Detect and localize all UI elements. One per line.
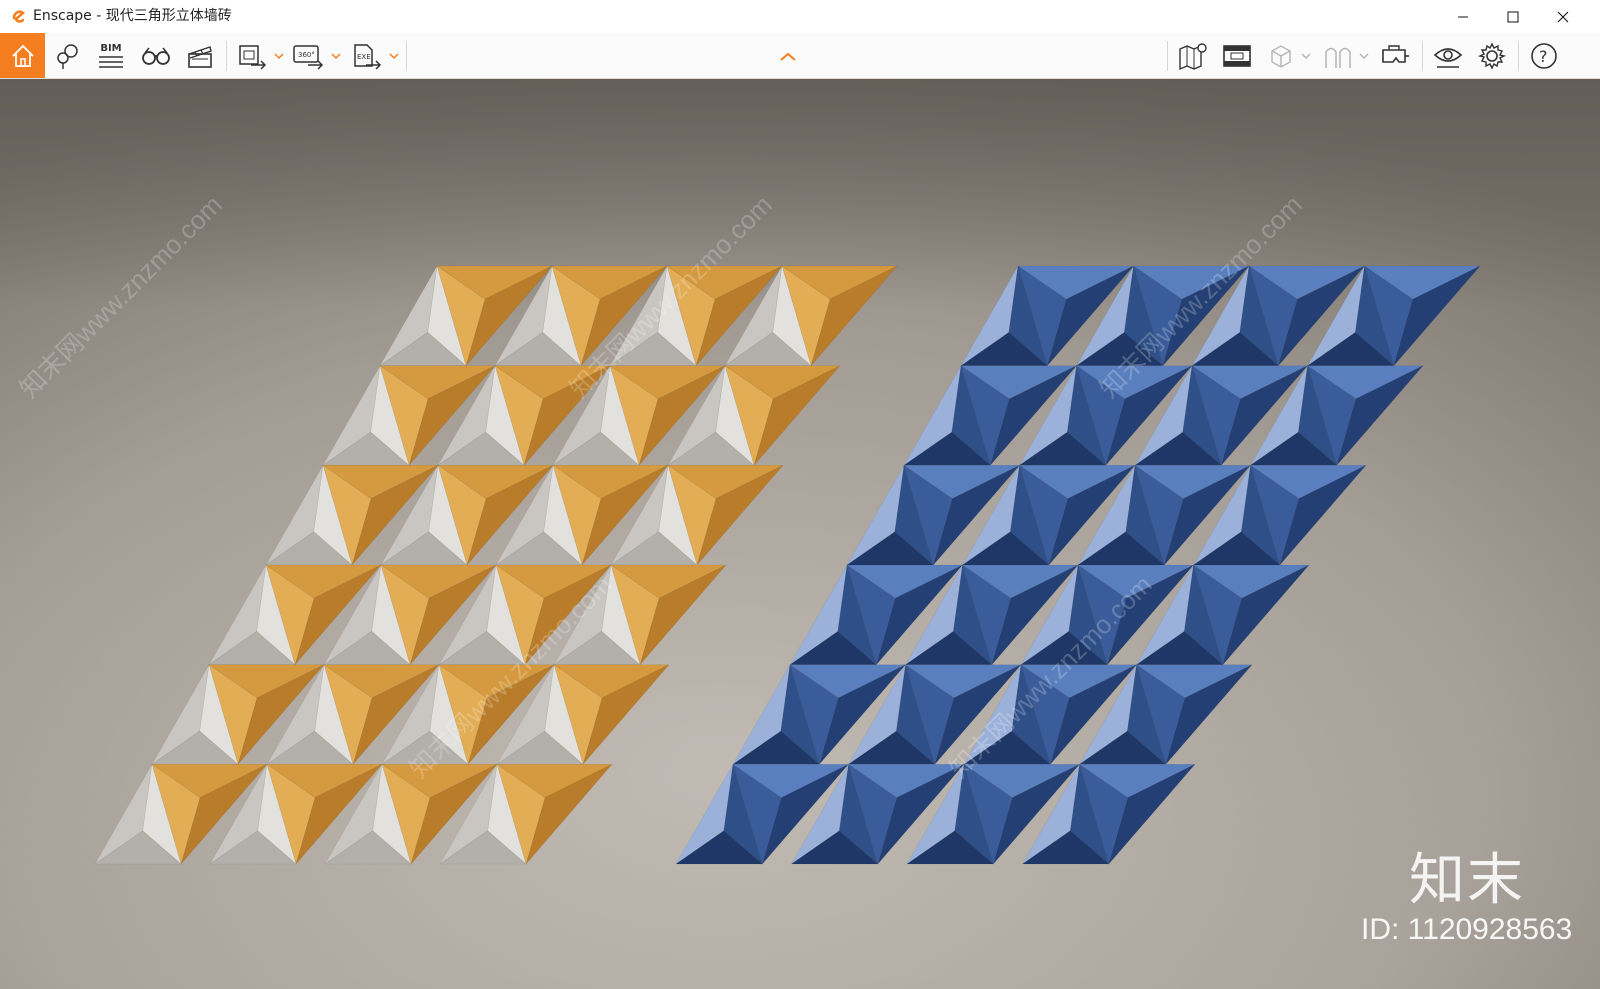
bim-label: BIM xyxy=(100,42,122,54)
maximize-icon xyxy=(1507,11,1519,22)
panorama-dropdown[interactable] xyxy=(331,33,341,78)
chevron-up-icon xyxy=(780,52,796,61)
close-icon xyxy=(1557,11,1569,22)
toolbar-separator xyxy=(1518,41,1519,71)
exe-export-icon: EXE xyxy=(354,43,382,70)
home-icon xyxy=(11,44,34,67)
window-title: Enscape - 现代三角形立体墙砖 xyxy=(33,8,232,24)
binoculars-icon xyxy=(142,47,170,65)
visual-settings-button[interactable] xyxy=(1430,33,1466,78)
toolbar-separator xyxy=(226,41,227,71)
close-button[interactable] xyxy=(1538,0,1588,33)
watermark-id: ID: 1120928563 xyxy=(1361,913,1573,946)
binoculars-button[interactable] xyxy=(140,33,172,78)
cube-icon xyxy=(1271,44,1291,68)
svg-text:EXE: EXE xyxy=(357,53,371,61)
exe-export-button[interactable]: EXE xyxy=(350,33,384,78)
map-button[interactable] xyxy=(1176,33,1210,78)
chevron-down-icon xyxy=(274,52,284,59)
svg-text:360°: 360° xyxy=(298,51,315,59)
toolbar: BIM 360° EXE ? xyxy=(0,33,1600,79)
home-button[interactable] xyxy=(0,33,45,78)
video-editor-button[interactable] xyxy=(184,33,216,78)
pin-views-icon xyxy=(57,43,78,69)
settings-button[interactable] xyxy=(1474,33,1510,78)
cinema-button[interactable] xyxy=(1220,33,1254,78)
gear-icon xyxy=(1477,41,1507,70)
chevron-down-icon xyxy=(1359,53,1369,59)
arches-dropdown[interactable] xyxy=(1359,33,1369,78)
enscape-logo-icon xyxy=(11,9,27,25)
help-icon: ? xyxy=(1531,42,1557,69)
toolbar-separator xyxy=(1167,41,1168,71)
map-icon xyxy=(1179,42,1207,70)
vr-button[interactable] xyxy=(1378,33,1412,78)
screenshot-dropdown[interactable] xyxy=(274,33,284,78)
minimize-icon xyxy=(1458,16,1468,17)
render-viewport[interactable]: 知末网www.znzmo.com 知末网www.znzmo.com 知末网www… xyxy=(0,79,1600,989)
vr-headset-icon xyxy=(1382,44,1409,63)
watermark-logo: 知末 xyxy=(1409,848,1525,913)
minimize-button[interactable] xyxy=(1438,0,1488,33)
cinema-icon xyxy=(1223,44,1251,67)
bim-button[interactable]: BIM xyxy=(96,33,126,78)
clapperboard-icon xyxy=(188,45,212,68)
image-export-icon xyxy=(239,44,267,70)
screenshot-export-button[interactable] xyxy=(236,33,270,78)
arches-button[interactable] xyxy=(1322,33,1354,78)
title-bar: Enscape - 现代三角形立体墙砖 xyxy=(0,0,1600,33)
bim-icon xyxy=(99,55,123,68)
chevron-down-icon xyxy=(389,52,399,59)
panorama-export-icon: 360° xyxy=(293,44,324,70)
cube-view-dropdown[interactable] xyxy=(1301,33,1311,78)
collapse-toolbar-button[interactable] xyxy=(776,33,800,78)
cube-view-button[interactable] xyxy=(1266,33,1296,78)
panorama-export-button[interactable]: 360° xyxy=(292,33,326,78)
arches-icon xyxy=(1325,47,1351,68)
chevron-down-icon xyxy=(1301,53,1311,59)
toolbar-separator xyxy=(406,41,407,71)
help-label: ? xyxy=(1539,47,1548,66)
scene-render xyxy=(0,79,1600,989)
eye-icon xyxy=(1433,47,1463,68)
toolbar-separator xyxy=(1422,41,1423,71)
views-button[interactable] xyxy=(52,33,84,78)
maximize-button[interactable] xyxy=(1488,0,1538,33)
exe-dropdown[interactable] xyxy=(389,33,399,78)
help-button[interactable]: ? xyxy=(1526,33,1562,78)
chevron-down-icon xyxy=(331,52,341,59)
